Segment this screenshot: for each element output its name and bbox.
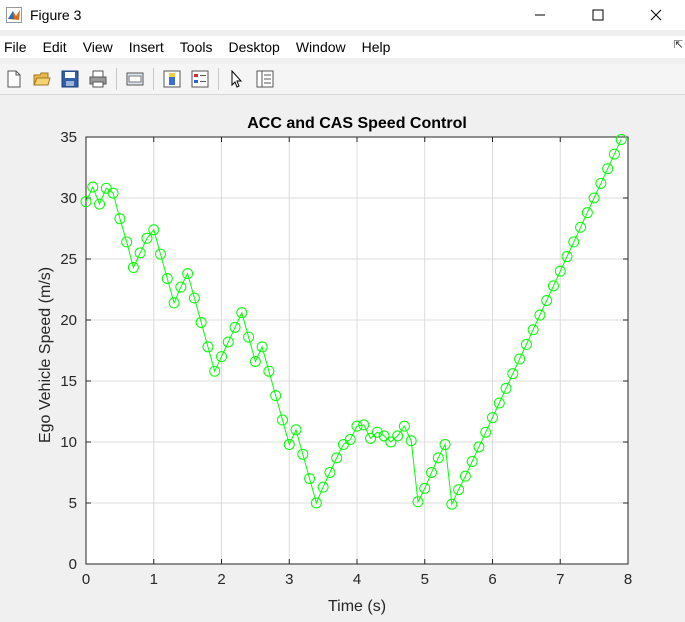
toolbar-separator	[153, 68, 154, 90]
print-icon[interactable]	[88, 69, 108, 89]
x-tick-label: 6	[488, 571, 496, 588]
y-tick-label: 35	[60, 129, 77, 146]
x-tick-label: 3	[285, 571, 293, 588]
figure-toolbar	[0, 64, 685, 95]
window-title: Figure 3	[30, 7, 82, 23]
menu-desktop[interactable]: Desktop	[220, 39, 287, 55]
menu-file[interactable]: File	[0, 39, 35, 55]
y-tick-label: 25	[60, 251, 77, 268]
x-tick-label: 1	[150, 571, 158, 588]
menu-insert[interactable]: Insert	[121, 39, 172, 55]
menu-view[interactable]: View	[75, 39, 121, 55]
chart-title: ACC and CAS Speed Control	[247, 115, 467, 132]
x-tick-label: 7	[556, 571, 564, 588]
minimize-button[interactable]	[511, 0, 569, 30]
window-titlebar: Figure 3	[0, 0, 685, 30]
minimize-icon	[535, 14, 545, 16]
x-tick-label: 0	[82, 571, 90, 588]
close-button[interactable]	[627, 0, 685, 30]
toolbar-separator	[116, 68, 117, 90]
link-plot-icon[interactable]	[125, 69, 145, 89]
save-icon[interactable]	[60, 69, 80, 89]
y-tick-label: 10	[60, 434, 77, 451]
window-controls	[511, 0, 685, 30]
menu-help[interactable]: Help	[354, 39, 399, 55]
speed-chart: ACC and CAS Speed Control Time (s) Ego V…	[37, 115, 632, 615]
maximize-icon	[592, 9, 604, 21]
menu-edit[interactable]: Edit	[35, 39, 75, 55]
dock-pin-icon[interactable]: ⇱	[674, 38, 683, 51]
x-tick-label: 4	[353, 571, 361, 588]
y-tick-label: 20	[60, 312, 77, 329]
menu-window[interactable]: Window	[288, 39, 354, 55]
menu-tools[interactable]: Tools	[172, 39, 221, 55]
legend-icon[interactable]	[190, 69, 210, 89]
matlab-logo-icon	[6, 7, 22, 23]
figure-canvas: ACC and CAS Speed Control Time (s) Ego V…	[0, 96, 685, 617]
pointer-icon[interactable]	[227, 69, 247, 89]
y-axis-label: Ego Vehicle Speed (m/s)	[37, 267, 54, 443]
x-tick-label: 5	[421, 571, 429, 588]
x-tick-label: 2	[217, 571, 225, 588]
close-icon	[650, 9, 662, 21]
menu-bar: File Edit View Insert Tools Desktop Wind…	[0, 36, 685, 58]
y-tick-label: 0	[69, 556, 77, 573]
open-folder-icon[interactable]	[32, 69, 52, 89]
x-axis-label: Time (s)	[328, 598, 386, 615]
new-figure-icon[interactable]	[4, 69, 24, 89]
property-inspector-icon[interactable]	[255, 69, 275, 89]
maximize-button[interactable]	[569, 0, 627, 30]
y-tick-label: 15	[60, 373, 77, 390]
y-tick-label: 5	[69, 495, 77, 512]
toolbar-separator	[218, 68, 219, 90]
y-tick-label: 30	[60, 190, 77, 207]
x-tick-label: 8	[624, 571, 632, 588]
colorbar-icon[interactable]	[162, 69, 182, 89]
